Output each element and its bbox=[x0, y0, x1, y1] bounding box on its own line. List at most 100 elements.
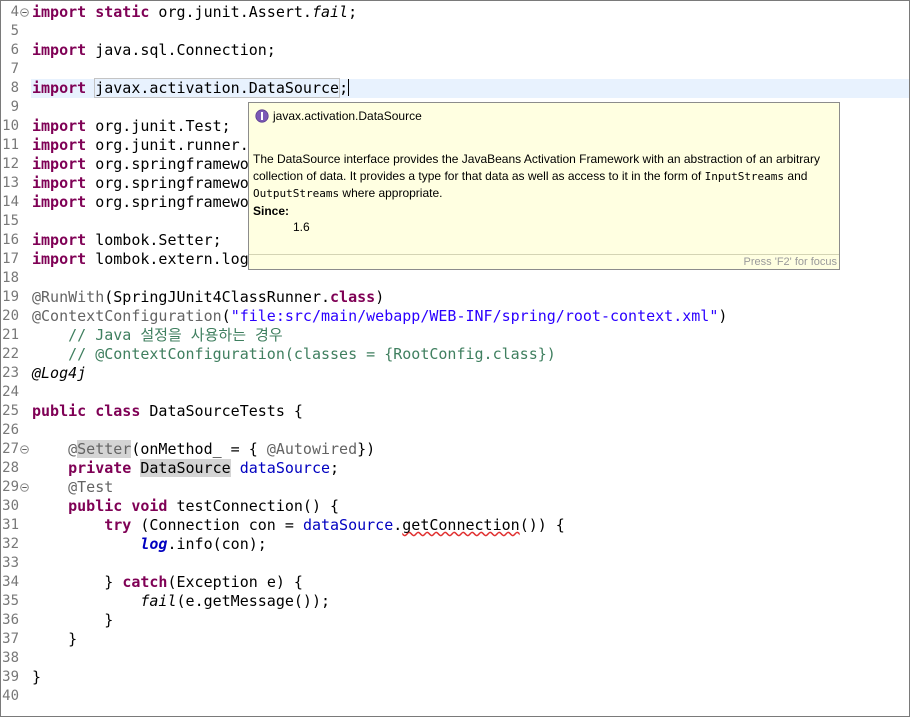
line-number: 25 bbox=[2, 403, 19, 419]
code-line[interactable]: import lombok.Setter; bbox=[32, 231, 222, 250]
line-number: 5 bbox=[10, 23, 19, 39]
code-text: DataSourceTests { bbox=[140, 402, 303, 420]
code-text: (Exception bbox=[167, 573, 267, 591]
punctuation: ( bbox=[221, 307, 231, 325]
line-number: 31 bbox=[2, 517, 19, 533]
hovered-package-name[interactable]: javax.activation.DataSource bbox=[94, 78, 341, 98]
code-line[interactable]: try (Connection con = dataSource.getConn… bbox=[32, 516, 565, 535]
keyword: try bbox=[104, 516, 132, 534]
keyword: import bbox=[32, 3, 87, 21]
line-number: 24 bbox=[2, 384, 19, 400]
code-line[interactable]: fail(e.getMessage()); bbox=[32, 592, 330, 611]
javadoc-hover-popup[interactable]: javax.activation.DataSource The DataSour… bbox=[248, 102, 840, 270]
desc-text: and bbox=[784, 168, 808, 183]
punctuation: . bbox=[393, 516, 403, 534]
code-line[interactable]: log.info(con); bbox=[32, 535, 267, 554]
code-line[interactable]: @RunWith(SpringJUnit4ClassRunner.class) bbox=[32, 288, 384, 307]
line-number: 12 bbox=[2, 156, 19, 172]
punctuation: } bbox=[32, 668, 42, 686]
fold-collapse-icon[interactable] bbox=[20, 483, 29, 492]
annotation-highlighted: Setter bbox=[77, 440, 132, 458]
punctuation: ; bbox=[348, 3, 358, 21]
punctuation: ); bbox=[248, 535, 267, 553]
keyword: class bbox=[95, 402, 141, 420]
punctuation: } bbox=[104, 573, 123, 591]
code-line[interactable]: } bbox=[32, 630, 77, 649]
method-name: fail bbox=[140, 592, 177, 610]
line-number: 4 bbox=[10, 4, 19, 20]
line-number: 8 bbox=[10, 80, 19, 96]
field-name: dataSource bbox=[302, 516, 394, 534]
line-number: 35 bbox=[2, 593, 19, 609]
hover-description: The DataSource interface provides the Ja… bbox=[253, 151, 835, 236]
line-number: 6 bbox=[10, 42, 19, 58]
annotation: @ContextConfiguration bbox=[32, 307, 222, 325]
code-line[interactable]: } catch(Exception e) { bbox=[32, 573, 303, 592]
code-line[interactable]: @ContextConfiguration("file:src/main/web… bbox=[32, 307, 727, 326]
desc-text: where appropriate. bbox=[339, 186, 443, 200]
line-number: 9 bbox=[10, 99, 19, 115]
keyword: void bbox=[131, 497, 168, 515]
method-with-warning: getConnection bbox=[402, 516, 520, 534]
keyword: public bbox=[32, 402, 87, 420]
line-number: 10 bbox=[2, 118, 19, 134]
code-text: .getMessage()); bbox=[194, 592, 331, 610]
line-number: 37 bbox=[2, 631, 19, 647]
code-text: org.junit.Test; bbox=[86, 117, 231, 135]
code-line[interactable]: import org.springframewo bbox=[32, 193, 249, 212]
line-number: 34 bbox=[2, 574, 19, 590]
type-highlighted: DataSource bbox=[140, 459, 231, 477]
code-text: .info( bbox=[167, 535, 222, 553]
code-text: org.junit.runner. bbox=[86, 136, 249, 154]
code-line[interactable]: @Log4j bbox=[32, 364, 86, 383]
line-number: 13 bbox=[2, 175, 19, 191]
line-number: 27 bbox=[2, 441, 19, 457]
code-text: = bbox=[275, 516, 303, 534]
punctuation: ) bbox=[718, 307, 728, 325]
hover-title-text: javax.activation.DataSource bbox=[273, 109, 422, 123]
keyword: import bbox=[32, 193, 87, 211]
code-line[interactable]: @Test bbox=[32, 478, 113, 497]
field-name: dataSource bbox=[239, 459, 331, 477]
code-line[interactable]: import java.sql.Connection; bbox=[32, 41, 276, 60]
code-text: ()) { bbox=[519, 516, 565, 534]
keyword: private bbox=[68, 459, 132, 477]
code-line[interactable]: } bbox=[32, 611, 113, 630]
keyword: public bbox=[68, 497, 123, 515]
fold-collapse-icon[interactable] bbox=[20, 445, 29, 454]
code-line[interactable]: import org.springframewo bbox=[32, 155, 249, 174]
text-caret bbox=[348, 79, 350, 96]
code-line[interactable]: @Setter(onMethod_ = { @Autowired}) bbox=[32, 440, 375, 459]
code-line[interactable]: import org.junit.Test; bbox=[32, 117, 231, 136]
code-line[interactable]: import lombok.extern.log bbox=[32, 250, 249, 269]
line-number: 28 bbox=[2, 460, 19, 476]
line-number: 26 bbox=[2, 422, 19, 438]
line-number: 14 bbox=[2, 194, 19, 210]
line-number: 38 bbox=[2, 650, 19, 666]
code-text: testConnection() { bbox=[167, 497, 340, 515]
editor-frame: 4 5 6 7 8 9 10 11 12 13 14 15 16 17 18 1… bbox=[0, 0, 910, 717]
keyword: import bbox=[32, 155, 87, 173]
fold-collapse-icon[interactable] bbox=[20, 8, 29, 17]
code-line[interactable]: // @ContextConfiguration(classes = {Root… bbox=[32, 345, 556, 364]
code-text: (Connection bbox=[131, 516, 249, 534]
code-line[interactable]: import static org.junit.Assert.fail; bbox=[32, 3, 357, 22]
code-line[interactable]: public class DataSourceTests { bbox=[32, 402, 303, 421]
code-line[interactable]: import org.junit.runner. bbox=[32, 136, 249, 155]
hover-footer[interactable]: Press 'F2' for focus bbox=[249, 254, 839, 269]
keyword: import bbox=[32, 250, 87, 268]
code-line[interactable]: import org.springframewo bbox=[32, 174, 249, 193]
code-line[interactable]: private DataSource dataSource; bbox=[32, 459, 339, 478]
line-number: 23 bbox=[2, 365, 19, 381]
punctuation: ; bbox=[330, 459, 340, 477]
annotation: @Log4j bbox=[32, 364, 87, 382]
punctuation: } bbox=[68, 630, 78, 648]
interface-icon bbox=[255, 109, 269, 128]
code-text: org.springframewo bbox=[86, 174, 249, 192]
keyword: static bbox=[95, 3, 150, 21]
code-line[interactable]: } bbox=[32, 668, 41, 687]
line-number: 32 bbox=[2, 536, 19, 552]
code-line-current[interactable]: import javax.activation.DataSource; bbox=[32, 78, 350, 98]
code-line[interactable]: // Java 설정을 사용하는 경우 bbox=[32, 326, 283, 345]
code-line[interactable]: public void testConnection() { bbox=[32, 497, 339, 516]
